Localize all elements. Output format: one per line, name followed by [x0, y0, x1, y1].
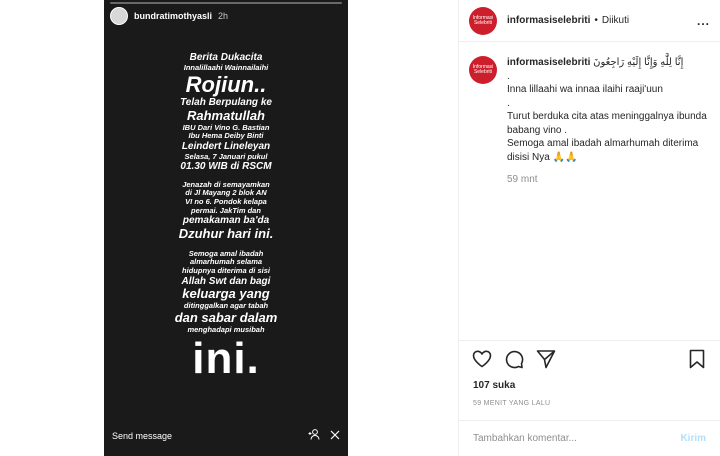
caption-text: informasiselebriti إِنَّا لِلَّٰهِ وَإِن…	[507, 56, 712, 164]
account-name[interactable]: informasiselebriti	[507, 15, 590, 26]
post-time: 59 MENIT YANG LALU	[473, 400, 551, 407]
caption-arabic: إِنَّا لِلَّٰهِ وَإِنَّا إِلَيْهِ رَاجِع…	[593, 57, 684, 68]
comment-bar: Kirim	[459, 420, 720, 456]
comment-icon[interactable]	[503, 348, 525, 370]
story-line: permai. JakTim dan	[191, 205, 261, 215]
caption-time: 59 mnt	[507, 174, 538, 185]
avatar-logo-text: Informasi Selebriti	[472, 64, 494, 75]
share-icon[interactable]	[535, 348, 557, 370]
action-bar	[459, 340, 720, 376]
story-line: Selasa, 7 Januari pukul	[184, 151, 268, 161]
caption-avatar[interactable]: Informasi Selebriti	[469, 56, 497, 84]
bookmark-icon[interactable]	[686, 348, 708, 370]
like-count[interactable]: 107 suka	[473, 380, 515, 391]
post-header: Informasi Selebriti informasiselebriti •…	[459, 0, 720, 42]
post-comment-button[interactable]: Kirim	[680, 433, 706, 444]
caption-line: .	[507, 70, 510, 82]
caption: Informasi Selebriti informasiselebriti إ…	[469, 56, 712, 185]
story-line: hidupnya diterima di sisi	[182, 265, 270, 275]
story-time: 2h	[218, 11, 229, 21]
add-user-icon[interactable]	[308, 429, 320, 443]
story-line: Dzuhur hari ini.	[178, 225, 274, 241]
account-avatar[interactable]: Informasi Selebriti	[469, 6, 497, 35]
story-avatar[interactable]	[110, 7, 128, 25]
separator-dot: •	[594, 15, 598, 26]
caption-line: Turut berduka cita atas meninggalnya ibu…	[507, 111, 707, 136]
story-line: Berita Dukacita	[189, 52, 263, 63]
caption-account[interactable]: informasiselebriti	[507, 57, 590, 68]
story-line: keluarga yang	[182, 286, 270, 302]
story-line: pemakaman ba'da	[182, 215, 270, 227]
story-line: dan sabar dalam	[174, 309, 278, 325]
send-message-input[interactable]: Send message	[112, 431, 298, 441]
more-options-icon[interactable]: ...	[697, 14, 710, 28]
story-line: 01.30 WIB di RSCM	[180, 161, 272, 173]
comment-input[interactable]	[473, 433, 681, 444]
story-line: menghadapi musibah	[187, 324, 265, 334]
avatar-logo-text: Informasi Selebriti	[472, 14, 494, 26]
story-header: bundratimothyasli 2h	[110, 4, 342, 28]
share-icon[interactable]	[330, 430, 340, 443]
caption-line: Inna lillaahi wa innaa ilaihi raaji'uun	[507, 84, 663, 95]
story-footer: Send message	[104, 416, 348, 456]
caption-line: Semoga amal ibadah almarhumah diterima d…	[507, 138, 699, 163]
story-line: Rahmatullah	[186, 107, 265, 123]
post-panel: Informasi Selebriti informasiselebriti •…	[458, 0, 720, 456]
caption-line: .	[507, 97, 510, 109]
follow-status-button[interactable]: Diikuti	[602, 15, 629, 26]
story-line: Rojiun..	[185, 72, 267, 98]
story-viewer[interactable]: bundratimothyasli 2h Berita Dukacita Inn…	[104, 0, 348, 456]
heart-icon[interactable]	[471, 348, 493, 370]
story-area: bundratimothyasli 2h Berita Dukacita Inn…	[0, 0, 458, 456]
story-line: Ibu Hema Deiby Binti	[188, 131, 264, 141]
story-username[interactable]: bundratimothyasli	[134, 11, 212, 21]
story-line: Innalillaahi Wainnailaihi	[183, 62, 269, 72]
story-text-block: Berita Dukacita Innalillaahi Wainnailaih…	[124, 52, 328, 385]
story-line: Leindert Lineleyan	[181, 141, 271, 153]
story-line: ini.	[192, 334, 260, 384]
